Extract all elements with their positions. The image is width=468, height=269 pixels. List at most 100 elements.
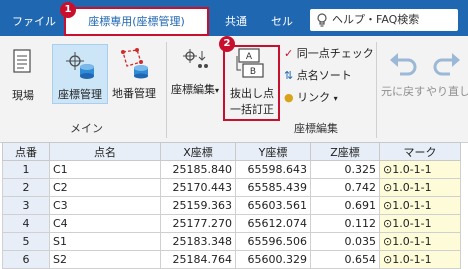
tab-coordinate-management[interactable]: 座標専用(座標管理) — [64, 7, 209, 36]
mark-value: 1.0-1-1 — [392, 217, 432, 230]
mark-value: 1.0-1-1 — [392, 235, 432, 248]
cell-num[interactable]: 5 — [2, 232, 50, 251]
lightbulb-icon — [317, 13, 327, 27]
cell-num[interactable]: 3 — [2, 196, 50, 215]
redo-icon — [433, 53, 460, 76]
genba-label: 現場 — [12, 89, 34, 102]
cell-y[interactable]: 65598.643 — [235, 160, 311, 179]
doitsu-label: 同一点チェック — [296, 47, 374, 60]
tenmei-sort-button[interactable]: ⇅ 点名ソート — [284, 67, 352, 83]
zahyo-kanri-label: 座標管理 — [58, 88, 102, 101]
table-row[interactable]: 2 C2 25170.443 65585.439 0.742 ⊙1.0-1-1 — [2, 178, 461, 197]
cell-name[interactable]: C1 — [49, 160, 161, 179]
col-header-z[interactable]: Z座標 — [310, 142, 380, 161]
mark-value: 1.0-1-1 — [392, 163, 432, 176]
edit-group-label: 座標編集 — [294, 122, 338, 135]
undo-label: 元に戻す — [381, 85, 425, 98]
col-header-name[interactable]: 点名 — [49, 142, 161, 161]
cell-z[interactable]: 0.691 — [310, 196, 380, 215]
undo-icon — [390, 53, 417, 76]
col-header-x[interactable]: X座標 — [160, 142, 236, 161]
cell-x[interactable]: 25177.270 — [160, 214, 236, 233]
ribbon-panel: 現場 座標管理 地番管理 メイン 座標編集▾ A B 抜出し点 一括訂正 2 ✓… — [0, 36, 468, 143]
coordinate-table: 点番 点名 X座標 Y座標 Z座標 マーク 1 C1 25185.840 655… — [2, 142, 461, 269]
mark-value: 1.0-1-1 — [392, 253, 432, 266]
cell-num[interactable]: 2 — [2, 178, 50, 197]
cell-mark[interactable]: ⊙1.0-1-1 — [379, 214, 461, 233]
chevron-down-icon: ▾ — [214, 86, 219, 95]
cell-z[interactable]: 0.112 — [310, 214, 380, 233]
zahyo-henshu-label: 座標編集 — [170, 83, 215, 96]
zahyo-kanri-button[interactable]: 座標管理 — [52, 44, 108, 104]
highlight-box — [223, 45, 280, 121]
link-dropdown[interactable]: ● リンク ▾ — [284, 89, 338, 105]
search-placeholder: ヘルプ・FAQ検索 — [332, 13, 420, 26]
undo-button[interactable]: 元に戻す — [380, 50, 426, 106]
genba-button[interactable]: 現場 — [6, 46, 40, 102]
group-separator — [376, 42, 377, 138]
target-mark-icon: ⊙ — [383, 253, 393, 266]
cell-z[interactable]: 0.035 — [310, 232, 380, 251]
cell-name[interactable]: C4 — [49, 214, 161, 233]
col-header-y[interactable]: Y座標 — [235, 142, 311, 161]
tab-cell[interactable]: セル — [262, 8, 302, 36]
cell-mark[interactable]: ⊙1.0-1-1 — [379, 232, 461, 251]
table-header-row: 点番 点名 X座標 Y座標 Z座標 マーク — [2, 142, 461, 161]
callout-badge-2: 2 — [219, 36, 235, 52]
cell-mark[interactable]: ⊙1.0-1-1 — [379, 250, 461, 269]
tab-file[interactable]: ファイル — [10, 8, 58, 36]
link-icon: ● — [284, 91, 294, 104]
cell-x[interactable]: 25184.764 — [160, 250, 236, 269]
table-row[interactable]: 1 C1 25185.840 65598.643 0.325 ⊙1.0-1-1 — [2, 160, 461, 179]
mark-value: 1.0-1-1 — [392, 181, 432, 194]
cell-name[interactable]: S2 — [49, 250, 161, 269]
table-row[interactable]: 3 C3 25159.363 65603.561 0.691 ⊙1.0-1-1 — [2, 196, 461, 215]
callout-badge-1: 1 — [60, 2, 76, 18]
checkmark-icon: ✓ — [284, 47, 294, 60]
table-row[interactable]: 4 C4 25177.270 65612.074 0.112 ⊙1.0-1-1 — [2, 214, 461, 233]
cell-y[interactable]: 65612.074 — [235, 214, 311, 233]
cell-x[interactable]: 25183.348 — [160, 232, 236, 251]
chiban-kanri-button[interactable]: 地番管理 — [108, 46, 160, 104]
target-mark-icon: ⊙ — [383, 235, 393, 248]
cell-x[interactable]: 25170.443 — [160, 178, 236, 197]
cell-x[interactable]: 25185.840 — [160, 160, 236, 179]
doitsu-check-button[interactable]: ✓ 同一点チェック — [284, 45, 374, 61]
chiban-kanri-label: 地番管理 — [112, 87, 156, 100]
cell-y[interactable]: 65596.506 — [235, 232, 311, 251]
cell-mark[interactable]: ⊙1.0-1-1 — [379, 196, 461, 215]
cell-mark[interactable]: ⊙1.0-1-1 — [379, 178, 461, 197]
help-search-input[interactable]: ヘルプ・FAQ検索 — [310, 9, 458, 31]
zahyo-henshu-dropdown[interactable]: 座標編集▾ — [170, 46, 220, 106]
table-row[interactable]: 6 S2 25184.764 65600.329 0.654 ⊙1.0-1-1 — [2, 250, 461, 269]
cell-num[interactable]: 4 — [2, 214, 50, 233]
col-header-num[interactable]: 点番 — [2, 142, 50, 161]
col-header-mark[interactable]: マーク — [379, 142, 461, 161]
lot-management-icon — [121, 48, 148, 79]
site-document-icon — [13, 49, 31, 73]
redo-button[interactable]: やり直し — [426, 50, 468, 106]
cell-name[interactable]: S1 — [49, 232, 161, 251]
target-mark-icon: ⊙ — [383, 217, 393, 230]
group-separator — [166, 42, 167, 138]
tenmei-label: 点名ソート — [296, 69, 352, 82]
coordinate-management-icon — [66, 52, 94, 79]
target-mark-icon: ⊙ — [383, 181, 393, 194]
cell-z[interactable]: 0.654 — [310, 250, 380, 269]
cell-z[interactable]: 0.325 — [310, 160, 380, 179]
cell-y[interactable]: 65600.329 — [235, 250, 311, 269]
cell-name[interactable]: C2 — [49, 178, 161, 197]
target-mark-icon: ⊙ — [383, 163, 393, 176]
cell-z[interactable]: 0.742 — [310, 178, 380, 197]
cell-mark[interactable]: ⊙1.0-1-1 — [379, 160, 461, 179]
cell-name[interactable]: C3 — [49, 196, 161, 215]
redo-label: やり直し — [426, 85, 468, 98]
cell-y[interactable]: 65585.439 — [235, 178, 311, 197]
table-row[interactable]: 5 S1 25183.348 65596.506 0.035 ⊙1.0-1-1 — [2, 232, 461, 251]
sort-icon: ⇅ — [284, 69, 294, 82]
cell-num[interactable]: 1 — [2, 160, 50, 179]
tab-common[interactable]: 共通 — [214, 8, 258, 36]
cell-y[interactable]: 65603.561 — [235, 196, 311, 215]
cell-x[interactable]: 25159.363 — [160, 196, 236, 215]
cell-num[interactable]: 6 — [2, 250, 50, 269]
